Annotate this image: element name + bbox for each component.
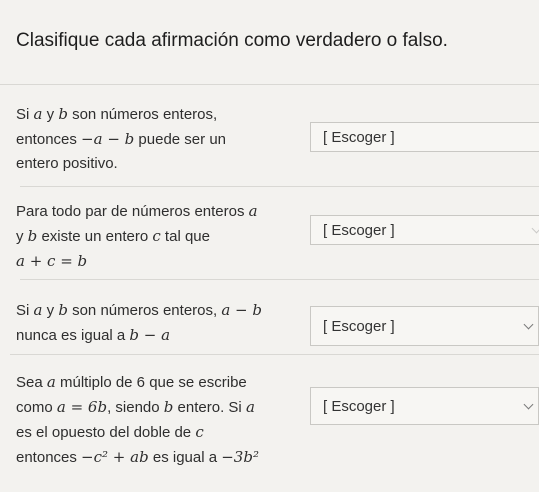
- math-expression: a = 6b: [56, 398, 108, 416]
- math-expression: b: [58, 301, 68, 319]
- math-expression: b: [163, 398, 174, 416]
- page-title: Clasifique cada afirmación como verdader…: [16, 30, 448, 51]
- statement-4: Sea a múltiplo de 6 que se escribe como a…: [16, 370, 259, 470]
- statement-line: entonces −a − b puede ser un: [16, 130, 227, 148]
- math-expression: −3b²: [221, 448, 259, 466]
- answer-select-3[interactable]: [ Escoger ]: [310, 306, 539, 346]
- statement-2: Para todo par de números enteros a y b ex…: [16, 199, 258, 274]
- math-expression: a − b: [221, 301, 262, 319]
- answer-select-2[interactable]: [ Escoger ]: [310, 215, 539, 245]
- statement-line: Sea a múltiplo de 6 que se escribe: [16, 373, 247, 391]
- statement-line: entero positivo.: [16, 155, 118, 172]
- math-expression: a: [33, 301, 43, 319]
- statement-3: Si a y b son números enteros, a − b nunca…: [16, 298, 262, 348]
- statement-line: Para todo par de números enteros a: [16, 202, 258, 220]
- math-expression: −a − b: [81, 130, 135, 148]
- divider: [20, 279, 539, 280]
- chevron-down-icon: [523, 399, 534, 410]
- select-label: [ Escoger ]: [323, 397, 395, 415]
- statement-line: y b existe un entero c tal que: [16, 227, 210, 245]
- math-expression: b − a: [129, 326, 171, 344]
- divider: [0, 84, 539, 85]
- math-expression: a: [46, 373, 56, 391]
- select-label: [ Escoger ]: [323, 128, 395, 146]
- math-expression: −c² + ab: [81, 448, 149, 466]
- math-expression: a + c = b: [16, 252, 88, 270]
- statement-1: Si a y b son números enteros, entonces −a…: [16, 102, 226, 176]
- answer-select-4[interactable]: [ Escoger ]: [310, 387, 539, 425]
- math-expression: b: [58, 105, 68, 123]
- chevron-down-icon: [531, 223, 539, 234]
- statement-line: a + c = b: [16, 249, 258, 274]
- math-expression: a: [248, 202, 258, 220]
- statement-line: entonces −c² + ab es igual a −3b²: [16, 448, 259, 466]
- divider: [10, 354, 539, 355]
- math-expression: c: [195, 423, 204, 441]
- statement-line: como a = 6b, siendo b entero. Si a: [16, 398, 255, 416]
- select-label: [ Escoger ]: [323, 317, 395, 335]
- select-label: [ Escoger ]: [323, 221, 395, 239]
- statement-line: es el opuesto del doble de c: [16, 423, 204, 441]
- statement-line: Si a y b son números enteros, a − b: [16, 301, 262, 319]
- divider: [20, 186, 539, 187]
- statement-line: nunca es igual a b − a: [16, 326, 171, 344]
- math-expression: a: [33, 105, 43, 123]
- answer-select-1[interactable]: [ Escoger ]: [310, 122, 539, 152]
- statement-line: Si a y b son números enteros,: [16, 105, 218, 123]
- math-expression: b: [27, 227, 38, 245]
- math-expression: a: [245, 398, 255, 416]
- chevron-down-icon: [523, 319, 534, 330]
- math-expression: c: [152, 227, 161, 245]
